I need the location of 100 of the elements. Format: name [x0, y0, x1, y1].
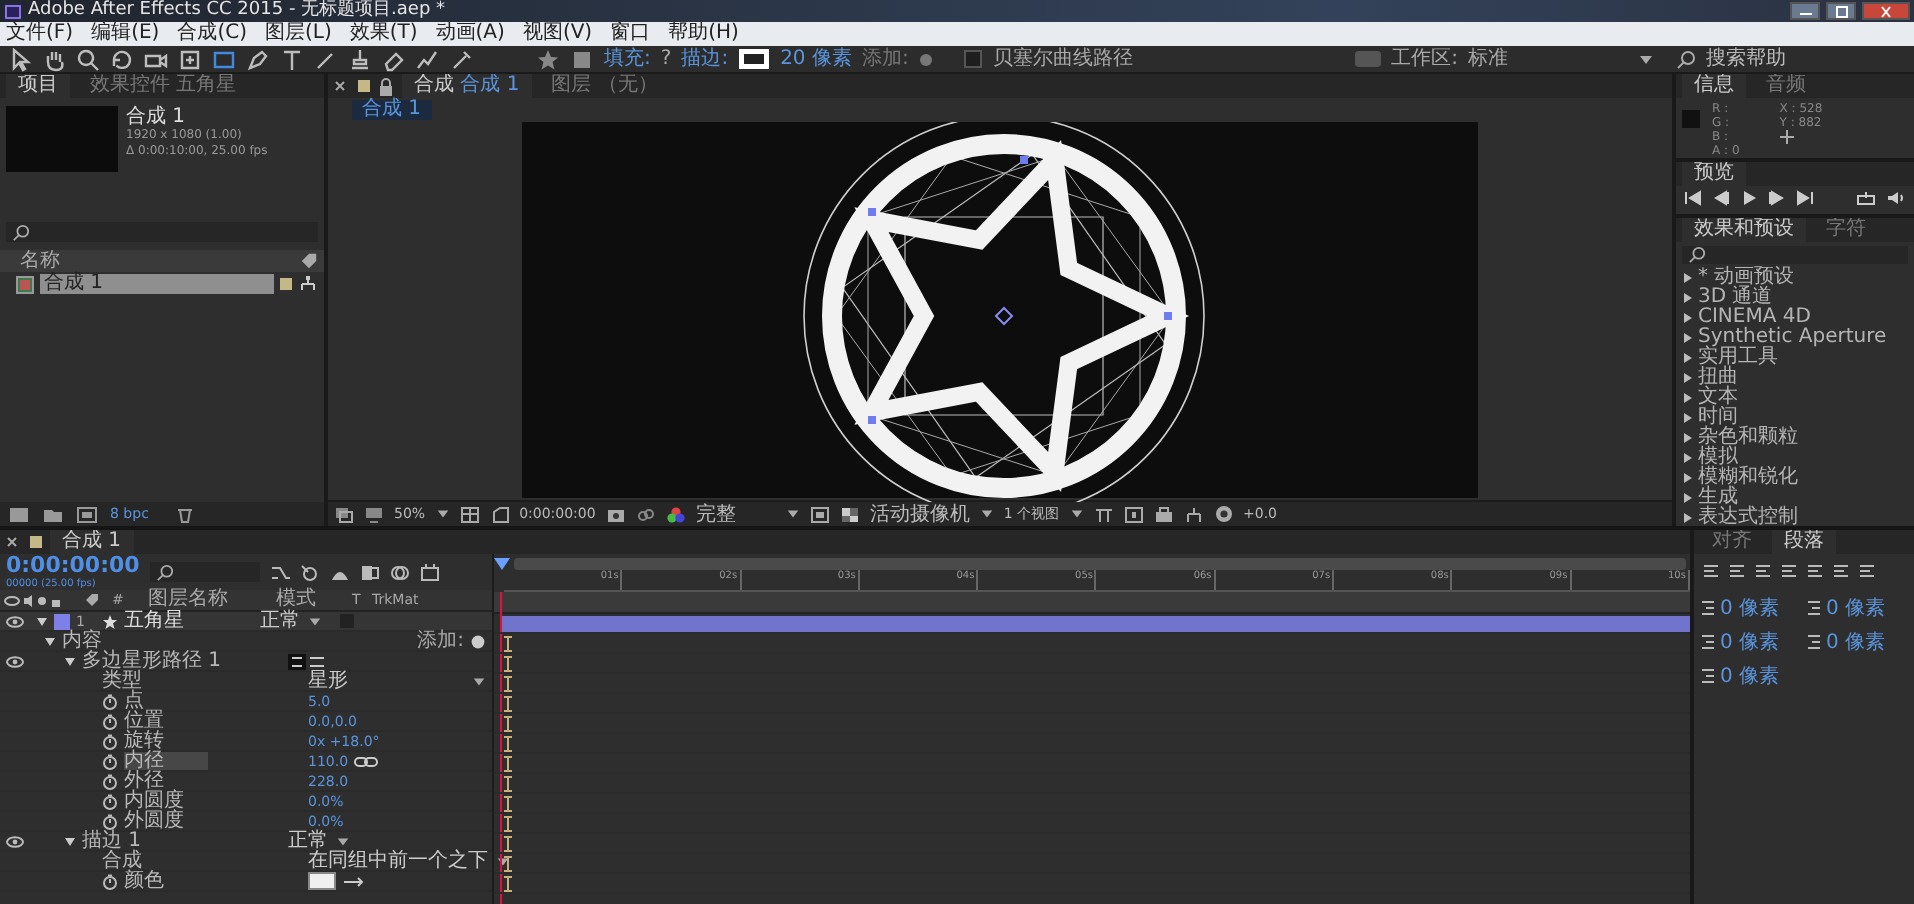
flowchart-icon[interactable]: [298, 275, 318, 293]
expand-arrow-icon[interactable]: [1682, 472, 1694, 484]
panel-tab[interactable]: 段落: [1772, 530, 1836, 554]
expand-arrow-icon[interactable]: [1682, 492, 1694, 504]
camera-dropdown[interactable]: 活动摄像机: [869, 500, 970, 526]
menu-item[interactable]: 动画(A): [435, 22, 505, 46]
effect-category[interactable]: 扭曲: [1698, 368, 1738, 388]
play-icon[interactable]: [1740, 190, 1758, 206]
column-header[interactable]: 名称: [0, 250, 324, 272]
mode-dropdown[interactable]: 正常: [260, 612, 322, 630]
resolution-dropdown[interactable]: 完整: [695, 500, 776, 526]
previous-frame-icon[interactable]: [1712, 190, 1730, 206]
menu-item[interactable]: 编辑(E): [91, 22, 160, 46]
workspace-dropdown[interactable]: 标准: [1468, 47, 1508, 71]
effect-category[interactable]: 表达式控制: [1698, 508, 1798, 526]
maximize-button[interactable]: [1826, 2, 1856, 20]
eye-icon[interactable]: [5, 655, 23, 667]
eyedropper-icon[interactable]: [342, 875, 366, 887]
text-align-icon[interactable]: [1728, 564, 1746, 580]
panel-tab[interactable]: 信息: [1682, 74, 1746, 98]
pan-tool-icon[interactable]: [178, 47, 202, 71]
caret-icon[interactable]: [785, 508, 800, 520]
property-name[interactable]: 内圆度: [124, 792, 196, 810]
expand-arrow-icon[interactable]: [1682, 432, 1694, 444]
add-circle-icon[interactable]: [470, 633, 486, 649]
text-align-icon[interactable]: [1832, 564, 1850, 580]
spacing-value[interactable]: 0 像素: [1826, 594, 1886, 622]
select-tool-icon[interactable]: [8, 47, 32, 71]
stroke-swatch-icon[interactable]: [738, 48, 771, 70]
project-search-field[interactable]: [6, 222, 318, 242]
property-name[interactable]: 点: [124, 692, 156, 710]
draft-3d-icon[interactable]: [299, 563, 320, 581]
caret-icon[interactable]: [1638, 53, 1654, 65]
effect-category[interactable]: 文本: [1698, 388, 1738, 408]
property-name[interactable]: 位置: [124, 712, 176, 730]
menu-item[interactable]: 合成(C): [177, 22, 247, 46]
spacing-value[interactable]: 0 像素: [1720, 628, 1780, 656]
effect-category[interactable]: 时间: [1698, 408, 1738, 428]
lock-icon[interactable]: [378, 77, 394, 95]
expand-arrow-icon[interactable]: [1682, 272, 1694, 284]
interpret-footage-icon[interactable]: [8, 505, 30, 523]
menu-item[interactable]: 文件(F): [6, 22, 74, 46]
bezier-checkbox[interactable]: [964, 50, 983, 68]
fill-value[interactable]: ?: [660, 47, 672, 71]
path-direction-icon[interactable]: [288, 653, 328, 669]
expand-arrow-icon[interactable]: [1682, 332, 1694, 344]
pin-tool-icon[interactable]: [450, 47, 474, 71]
property-dropdown[interactable]: 在同组中前一个之下: [308, 852, 510, 870]
property-name[interactable]: 外圆度: [124, 812, 196, 830]
eye-icon[interactable]: [5, 835, 23, 847]
effect-category[interactable]: * 动画预设: [1698, 268, 1795, 288]
spacing-value[interactable]: 0 像素: [1826, 628, 1886, 656]
expand-arrow-icon[interactable]: [64, 655, 76, 667]
exposure-icon[interactable]: [1213, 504, 1234, 524]
stopwatch-icon[interactable]: [102, 713, 118, 729]
expand-arrow-icon[interactable]: [44, 635, 56, 647]
stopwatch-icon[interactable]: [102, 793, 118, 809]
caret-icon[interactable]: [1069, 508, 1084, 520]
spacing-value[interactable]: 0 像素: [1720, 594, 1780, 622]
viewer-tab[interactable]: 图层 （无）: [539, 74, 670, 98]
text-align-icon[interactable]: [1780, 564, 1798, 580]
close-button[interactable]: [1862, 2, 1910, 20]
panel-tab[interactable]: 效果控件 五角星: [78, 74, 249, 98]
panel-tab[interactable]: 效果和预设: [1682, 218, 1806, 242]
text-align-icon[interactable]: [1754, 564, 1772, 580]
expand-arrow-icon[interactable]: [1682, 372, 1694, 384]
text-align-icon[interactable]: [1702, 564, 1720, 580]
effect-category[interactable]: 模拟: [1698, 448, 1738, 468]
speaker-icon[interactable]: [1886, 190, 1906, 206]
caret-icon[interactable]: [979, 508, 994, 520]
close-icon[interactable]: [334, 80, 346, 92]
effect-category[interactable]: 杂色和颗粒: [1698, 428, 1798, 448]
text-tool-icon[interactable]: [280, 47, 304, 71]
property-name[interactable]: 颜色: [124, 872, 176, 890]
property-dropdown[interactable]: 星形: [308, 672, 486, 690]
property-name[interactable]: 五角星: [124, 612, 196, 630]
grid-icon[interactable]: [459, 505, 480, 523]
roto-tool-icon[interactable]: [416, 47, 440, 71]
close-icon[interactable]: [6, 536, 18, 548]
layer-search-field[interactable]: [149, 562, 260, 582]
expand-arrow-icon[interactable]: [1682, 452, 1694, 464]
property-name[interactable]: 多边星形路径 1: [82, 652, 234, 670]
stopwatch-icon[interactable]: [102, 813, 118, 829]
star-shape-drawing[interactable]: [803, 121, 1205, 502]
property-name[interactable]: 外径: [124, 772, 176, 790]
square-icon[interactable]: [570, 47, 594, 71]
eye-icon[interactable]: [5, 615, 23, 627]
menu-item[interactable]: 效果(T): [349, 22, 418, 46]
stroke-width-value[interactable]: 20 像素: [780, 47, 852, 71]
effect-category[interactable]: 实用工具: [1698, 348, 1778, 368]
region-icon[interactable]: [809, 505, 830, 523]
menu-item[interactable]: 窗口: [610, 22, 651, 46]
label-color-swatch[interactable]: [280, 278, 292, 290]
pen-tool-icon[interactable]: [246, 47, 270, 71]
effect-category[interactable]: 生成: [1698, 488, 1738, 508]
breadcrumb[interactable]: 合成 1: [352, 99, 432, 120]
stopwatch-icon[interactable]: [102, 733, 118, 749]
expand-arrow-icon[interactable]: [1682, 352, 1694, 364]
motion-blur-icon[interactable]: [389, 563, 410, 581]
spacing-value[interactable]: 0 像素: [1720, 662, 1780, 690]
